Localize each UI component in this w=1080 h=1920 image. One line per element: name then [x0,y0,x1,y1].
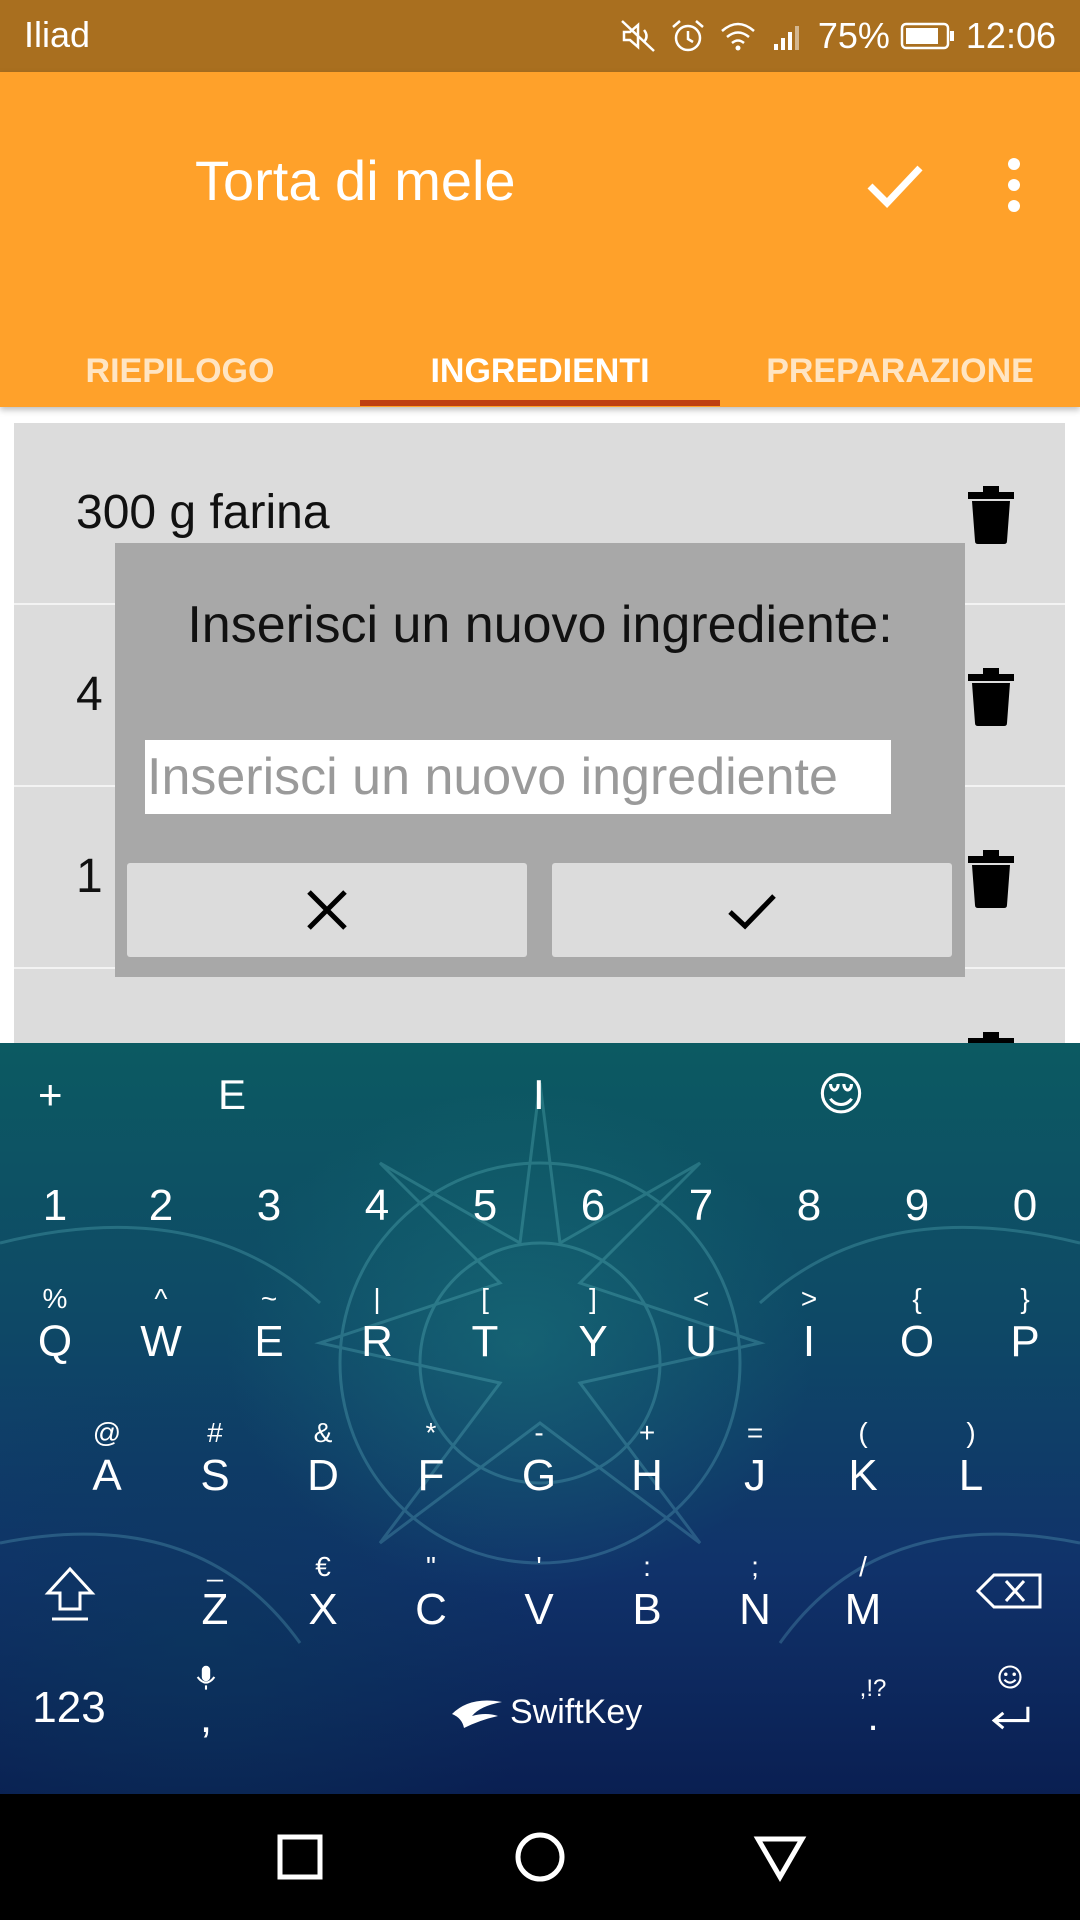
wifi-icon [718,16,758,56]
enter-icon [991,1706,1030,1730]
dialog-title: Inserisci un nuovo ingrediente: [187,596,893,654]
tab-bar: RIEPILOGO INGREDIENTI PREPARAZIONE [0,72,1080,407]
trash-icon [968,1032,1014,1043]
trash-icon [968,486,1014,544]
trash-icon [968,850,1014,908]
mute-icon [618,16,658,56]
keyboard: + E I 😌 1 2 3 4 5 6 7 8 9 0 % Q ^ W ~ E | R … [0,1043,1080,1794]
prediction-emoji[interactable]: 😌 [817,1067,865,1121]
enter-key[interactable] [970,1665,1050,1763]
battery-percent: 75% [817,15,890,56]
space-key[interactable]: SwiftKey [260,1683,840,1763]
swiftkey-bird-icon [452,1700,502,1728]
confirm-button[interactable] [552,863,952,957]
app-bar: Torta di mele RIEPILOGO INGREDIENTI PREP… [0,72,1080,407]
swiftkey-brand: SwiftKey [510,1693,643,1731]
delete-button[interactable] [966,486,1016,544]
alarm-icon [668,16,708,56]
tab-riepilogo[interactable]: RIEPILOGO [0,72,360,407]
tab-ingredienti[interactable]: INGREDIENTI [360,72,720,407]
shift-icon [44,1566,96,1621]
trash-icon [968,668,1014,726]
ingredient-text: 300 g farina [76,486,330,539]
tab-preparazione[interactable]: PREPARAZIONE [720,72,1080,407]
signal-icon [768,16,808,56]
list-item[interactable] [14,969,1065,1043]
backspace-icon [975,1573,1042,1609]
tab-label: INGREDIENTI [430,352,650,390]
carrier-name: Iliad [24,14,91,55]
emoji-icon [998,1665,1022,1689]
tab-label: RIEPILOGO [85,352,275,390]
status-icons: 75% 12:06 [618,10,1056,62]
delete-button[interactable] [966,850,1016,908]
status-bar: Iliad 75% 12:06 [0,0,1080,72]
home-icon[interactable] [510,1827,570,1887]
recents-icon[interactable] [270,1827,330,1887]
check-icon [728,894,776,930]
prediction-1[interactable]: E [218,1071,246,1119]
cancel-button[interactable] [127,863,527,957]
microphone-icon [196,1665,216,1690]
prediction-2[interactable]: I [533,1071,545,1119]
tab-label: PREPARAZIONE [766,352,1034,390]
add-ingredient-dialog: Inserisci un nuovo ingrediente: [115,543,965,977]
tab-indicator [360,400,720,406]
ingredient-text: 4 [76,668,103,721]
navigation-bar [0,1794,1080,1920]
period-key[interactable]: ,!? . [848,1675,898,1763]
backspace-key[interactable] [968,1551,1054,1631]
prediction-plus[interactable]: + [38,1071,63,1119]
clock: 12:06 [965,15,1056,56]
swiftkey-logo: SwiftKey [450,1693,642,1732]
delete-button[interactable] [966,1032,1016,1043]
ingredient-text: 1 [76,850,103,903]
ingredient-input[interactable] [145,740,891,814]
close-icon [307,890,347,930]
back-icon[interactable] [750,1827,810,1887]
comma-key[interactable]: , [176,1665,236,1763]
shift-key[interactable] [30,1551,110,1631]
battery-icon [900,16,956,56]
delete-button[interactable] [966,668,1016,726]
